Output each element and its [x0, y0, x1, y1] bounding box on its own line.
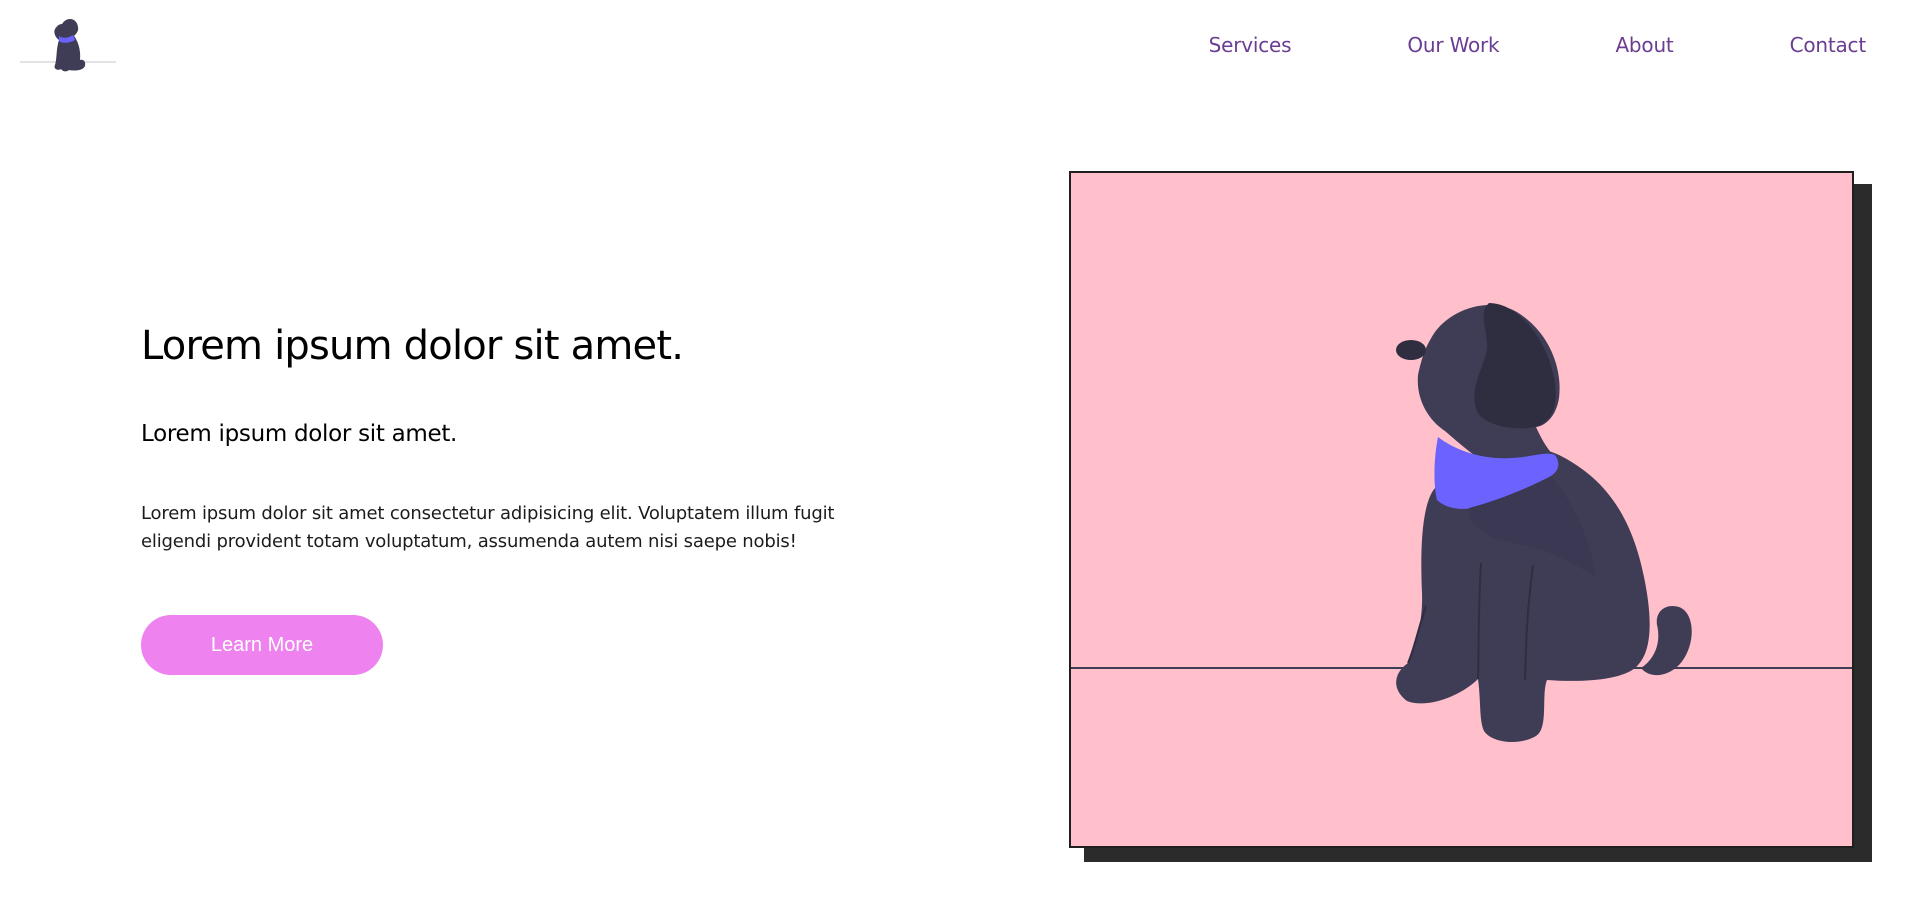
learn-more-button[interactable]: Learn More: [141, 615, 383, 675]
main-navigation: Services Our Work About Contact: [1209, 30, 1867, 60]
site-header: Services Our Work About Contact: [0, 0, 1920, 90]
nav-link-our-work[interactable]: Our Work: [1407, 30, 1499, 60]
logo-link[interactable]: [20, 16, 116, 74]
dog-logo-icon: [20, 18, 116, 72]
dog-illustration-frame: [1069, 171, 1854, 848]
nav-link-contact[interactable]: Contact: [1790, 30, 1867, 60]
hero-description: Lorem ipsum dolor sit amet consectetur a…: [141, 503, 835, 552]
hero-copy: Lorem ipsum dolor sit amet. Lorem ipsum …: [141, 318, 901, 675]
landing-page: Services Our Work About Contact Lorem ip…: [0, 0, 1920, 918]
nav-link-services[interactable]: Services: [1209, 30, 1292, 60]
sitting-dog-illustration: [1071, 173, 1852, 846]
hero-headline: Lorem ipsum dolor sit amet.: [141, 323, 684, 369]
nav-link-about[interactable]: About: [1615, 30, 1673, 60]
hero-subheadline: Lorem ipsum dolor sit amet.: [141, 421, 458, 447]
